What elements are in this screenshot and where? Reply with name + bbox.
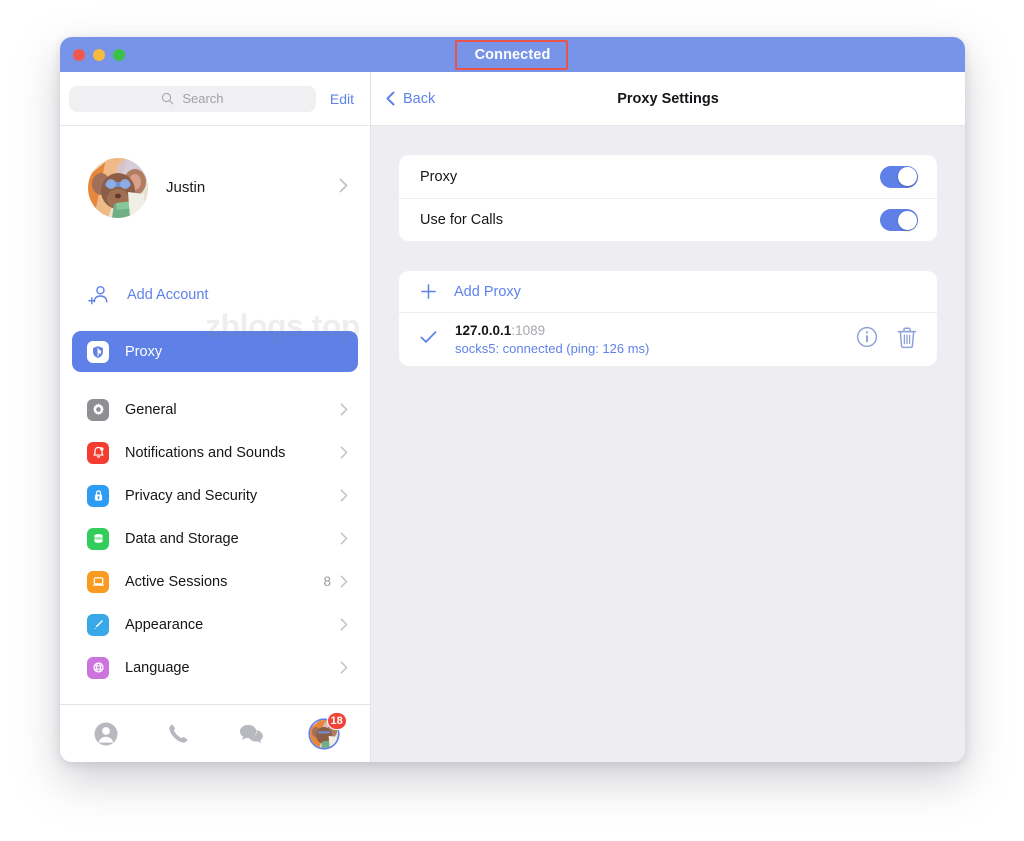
- toggle-knob: [897, 210, 917, 230]
- search-icon: [162, 92, 174, 105]
- use-for-calls-toggle[interactable]: [880, 209, 918, 231]
- chevron-right-icon: [340, 446, 348, 459]
- add-proxy-button[interactable]: Add Proxy: [399, 271, 937, 312]
- tab-contacts[interactable]: [83, 714, 129, 754]
- sidebar-item-badge: 8: [323, 574, 331, 589]
- check-icon: [420, 330, 442, 349]
- unread-badge: 18: [326, 711, 347, 730]
- laptop-icon: [87, 570, 109, 593]
- person-circle-icon: [94, 722, 118, 745]
- sidebar-item-label: Language: [125, 659, 190, 676]
- profile-name: Justin: [166, 179, 206, 196]
- sidebar-item-label: Appearance: [125, 616, 204, 633]
- window-body: Search Edit Justin zblogs.top Add Accoun…: [60, 72, 965, 762]
- chevron-right-icon: [340, 489, 348, 502]
- shield-icon: [87, 340, 109, 363]
- sidebar-item-active-sessions[interactable]: Active Sessions 8: [60, 560, 370, 603]
- settings-list: General Notifications and Sounds Privacy…: [60, 388, 370, 689]
- profile-row[interactable]: Justin: [60, 126, 370, 221]
- window-title: Connected: [474, 46, 551, 63]
- use-for-calls-label: Use for Calls: [420, 212, 503, 228]
- add-person-icon: [88, 285, 108, 304]
- phone-icon: [169, 724, 188, 743]
- main-panel: Back Proxy Settings Proxy Use for Calls: [371, 72, 965, 762]
- proxy-toggle-row[interactable]: Proxy: [399, 155, 937, 198]
- chevron-right-icon: [340, 403, 348, 416]
- avatar: [88, 157, 148, 218]
- edit-button[interactable]: Edit: [316, 91, 370, 107]
- lock-icon: [87, 484, 109, 507]
- proxy-entry-text: 127.0.0.1:1089 socks5: connected (ping: …: [455, 322, 838, 357]
- minimize-button[interactable]: [93, 48, 105, 61]
- proxy-list-item[interactable]: 127.0.0.1:1089 socks5: connected (ping: …: [399, 312, 937, 366]
- trash-icon[interactable]: [896, 326, 918, 354]
- back-button[interactable]: Back: [386, 91, 435, 107]
- sidebar-item-privacy[interactable]: Privacy and Security: [60, 474, 370, 517]
- tab-calls[interactable]: [156, 714, 202, 754]
- proxy-toggle-label: Proxy: [420, 168, 458, 185]
- chevron-right-icon: [340, 618, 348, 631]
- sidebar-item-proxy[interactable]: Proxy: [72, 331, 358, 372]
- add-proxy-label: Add Proxy: [454, 283, 521, 300]
- back-label: Back: [403, 90, 436, 107]
- annotation-highlight: [455, 40, 568, 70]
- use-for-calls-row[interactable]: Use for Calls: [399, 198, 937, 241]
- speech-bubbles-icon: [239, 724, 263, 744]
- bell-icon: [87, 441, 109, 464]
- chevron-right-icon: [340, 661, 348, 674]
- sidebar-item-proxy-label: Proxy: [125, 343, 163, 360]
- sidebar-item-label: Active Sessions: [125, 573, 228, 590]
- info-circle-icon[interactable]: [856, 326, 878, 353]
- sidebar: Search Edit Justin zblogs.top Add Accoun…: [60, 72, 371, 762]
- search-placeholder: Search: [182, 91, 224, 106]
- screenshot-canvas: Connected Search Edit Justin zblogs.top …: [0, 0, 1024, 841]
- sidebar-item-data-storage[interactable]: Data and Storage: [60, 517, 370, 560]
- tab-settings[interactable]: 18: [301, 711, 347, 754]
- sidebar-item-label: Privacy and Security: [125, 487, 258, 504]
- toggle-knob: [897, 167, 917, 186]
- database-icon: [87, 527, 109, 550]
- main-header: Back Proxy Settings: [371, 72, 965, 126]
- proxy-toggles-card: Proxy Use for Calls: [399, 155, 937, 241]
- bottom-tabbar: 18: [60, 704, 370, 762]
- proxy-toggle[interactable]: [880, 165, 918, 188]
- app-window: Connected Search Edit Justin zblogs.top …: [60, 37, 965, 762]
- zoom-button[interactable]: [113, 48, 125, 61]
- window-titlebar: Connected: [60, 37, 965, 72]
- tab-chats[interactable]: [228, 714, 274, 754]
- sidebar-toolbar: Search Edit: [60, 72, 370, 125]
- chevron-right-icon: [339, 178, 348, 193]
- traffic-lights: [73, 48, 125, 61]
- page-title: Proxy Settings: [617, 90, 719, 107]
- gear-icon: [87, 398, 109, 421]
- chevron-right-icon: [340, 532, 348, 545]
- main-content: Proxy Use for Calls Add Proxy 127.0.0.1:…: [371, 126, 965, 762]
- close-button[interactable]: [73, 48, 85, 61]
- search-input[interactable]: Search: [69, 85, 316, 112]
- paintbrush-icon: [87, 613, 109, 636]
- proxy-address: 127.0.0.1:1089: [455, 322, 838, 339]
- sidebar-scroll-area[interactable]: Justin zblogs.top Add Account Proxy Gene…: [60, 125, 370, 704]
- proxy-host: 127.0.0.1: [455, 323, 512, 338]
- chevron-left-icon: [386, 91, 395, 106]
- globe-icon: [87, 656, 109, 679]
- sidebar-item-language[interactable]: Language: [60, 646, 370, 689]
- add-account-label: Add Account: [127, 287, 209, 303]
- sidebar-item-notifications[interactable]: Notifications and Sounds: [60, 431, 370, 474]
- plus-icon: [421, 284, 436, 299]
- sidebar-item-label: Data and Storage: [125, 530, 239, 547]
- sidebar-item-label: Notifications and Sounds: [125, 444, 286, 461]
- proxy-port: :1089: [511, 323, 546, 338]
- proxy-list-card: Add Proxy 127.0.0.1:1089 socks5: connect…: [399, 271, 937, 366]
- avatar-image: [88, 157, 148, 218]
- proxy-status: socks5: connected (ping: 126 ms): [455, 341, 650, 356]
- sidebar-item-appearance[interactable]: Appearance: [60, 603, 370, 646]
- sidebar-item-label: General: [125, 401, 177, 418]
- sidebar-item-general[interactable]: General: [60, 388, 370, 431]
- add-account-button[interactable]: Add Account: [60, 275, 370, 315]
- chevron-right-icon: [340, 575, 348, 588]
